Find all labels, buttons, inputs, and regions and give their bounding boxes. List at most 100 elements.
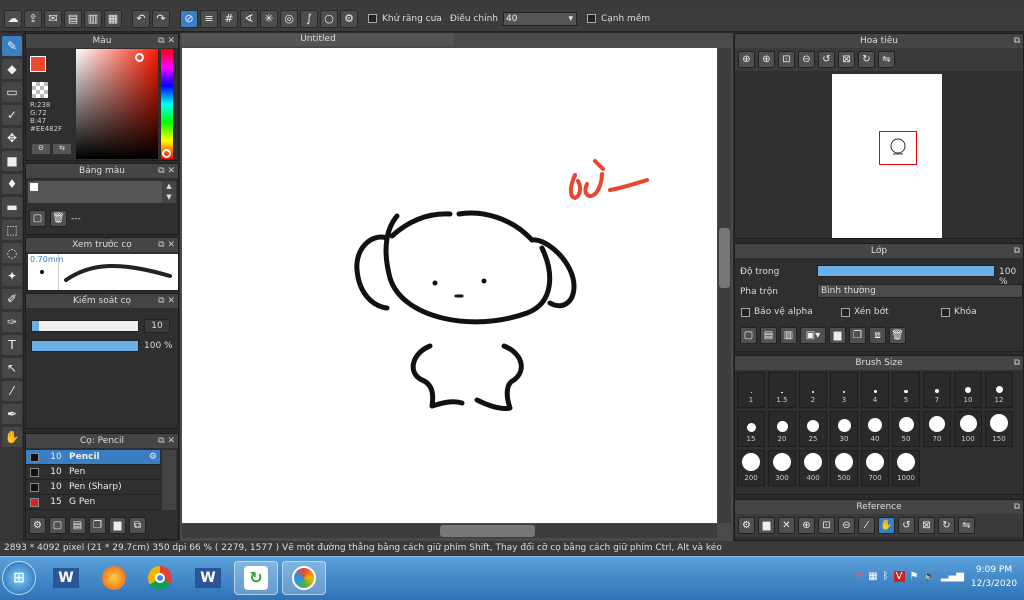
select-pen-tool-icon[interactable]: ✓ [2,105,22,125]
hand-tool-icon[interactable]: ✋ [2,427,22,447]
layer-opacity-slider[interactable] [817,265,995,277]
brush-size-preset[interactable]: 500 [830,450,858,486]
ref-flip-icon[interactable]: ⇋ [958,517,975,534]
horizontal-scroll-thumb[interactable] [440,525,535,537]
navigator-viewport[interactable] [879,131,917,165]
canvas-vertical-scrollbar[interactable] [718,48,731,523]
layer-folder-icon[interactable]: ▆ [829,327,846,344]
brush-list-item[interactable]: 10 Pencil ⚙ [26,450,160,465]
antivirus-icon[interactable]: V [893,571,905,582]
brush-settings-icon[interactable]: ⚙ [29,517,46,534]
lasso-tool-icon[interactable]: ◌ [2,243,22,263]
new-color-set-icon[interactable]: ▢ [29,210,46,227]
undo-icon[interactable]: ↶ [132,9,150,28]
brush-size-preset[interactable]: 1000 [892,450,920,486]
page-icon[interactable]: ▦ [104,9,122,28]
add-brush-icon[interactable]: ▤ [69,517,86,534]
taskbar-medibang[interactable] [282,561,326,595]
clipping-checkbox[interactable] [841,307,850,317]
copy-brush-icon[interactable]: ❐ [89,517,106,534]
circle-icon[interactable]: ○ [320,9,338,28]
eraser-tool-icon[interactable]: ◆ [2,59,22,79]
correction-select[interactable]: 40 [502,11,577,26]
document-tab[interactable]: Untitled [182,33,454,46]
smooth-edge-checkbox[interactable] [586,14,596,23]
zoom-icon[interactable]: ⊕ [738,51,755,68]
bluetooth-icon[interactable]: ᛒ [883,571,889,582]
color-swap-button[interactable]: ⇆ [53,144,71,154]
brush-list-scrollbar[interactable] [162,450,176,510]
brush-size-preset[interactable]: 4 [861,372,889,408]
brush-list-item[interactable]: 10 Pen (Sharp) [26,480,160,495]
ref-fit-icon[interactable]: ⊡ [818,517,835,534]
antialias-checkbox[interactable] [368,14,377,23]
cloud-icon[interactable]: ☁ [4,9,22,28]
merge-layer-icon[interactable]: ⧈ [869,327,886,344]
duplicate-icon[interactable]: ⧉ [129,517,146,534]
panel-close-icon[interactable]: ⧉ [1014,244,1020,258]
shape-tool-icon[interactable]: ▭ [2,82,22,102]
flag-icon[interactable]: ⚑ [910,571,919,582]
move-tool-icon[interactable]: ✥ [2,128,22,148]
flip-icon[interactable]: ⇋ [878,51,895,68]
marquee-tool-icon[interactable]: ⬚ [2,220,22,240]
volume-icon[interactable]: 🔈 [923,571,935,582]
ref-eyedropper-icon[interactable]: ⁄ [858,517,875,534]
ref-rotate-right-icon[interactable]: ↻ [938,517,955,534]
signal-icon[interactable]: ▂▄▆ [941,571,964,582]
new-layer-8bit-icon[interactable]: ▤ [760,327,777,344]
concentric-icon[interactable]: ◎ [280,9,298,28]
delete-color-set-icon[interactable]: 🗑 [50,210,67,227]
brush-size-preset[interactable]: 40 [861,411,889,447]
color-set-swatch[interactable] [30,183,38,191]
ref-close-icon[interactable]: ✕ [778,517,795,534]
redo-icon[interactable]: ↷ [152,9,170,28]
panel-close-icon[interactable]: ⧉ ✕ [158,434,175,448]
brush-list-item[interactable]: 10 Pen [26,465,160,480]
canvas-horizontal-scrollbar[interactable] [182,524,717,538]
taskbar-chrome[interactable] [138,561,182,595]
text-tool-icon[interactable]: T [2,335,22,355]
brush-size-preset[interactable]: 1.5 [768,372,796,408]
shield-icon[interactable]: ⛨ [856,571,864,582]
operation-tool-icon[interactable]: ↖ [2,358,22,378]
panel-close-icon[interactable]: ⧉ ✕ [158,238,175,252]
taskbar-word-1[interactable]: W [44,561,88,595]
ref-zoom-out-icon[interactable]: ⊖ [838,517,855,534]
panel-close-icon[interactable]: ⧉ ✕ [158,164,175,178]
reset-icon[interactable]: ⊠ [838,51,855,68]
start-button[interactable]: ⊞ [2,561,36,595]
transparent-swatch[interactable] [32,82,48,98]
panel-close-icon[interactable]: ⧉ ✕ [158,294,175,308]
brush-list-item[interactable]: 15 G Pen [26,495,160,510]
protect-alpha-checkbox[interactable] [741,307,750,317]
brush-item-settings-icon[interactable]: ⚙ [149,452,157,462]
taskbar-app-green[interactable]: ↻ [234,561,278,595]
taskbar-word-2[interactable]: W [186,561,230,595]
select-eraser-tool-icon[interactable]: ✑ [2,312,22,332]
brush-size-value[interactable]: 10 [144,319,170,333]
rotate-right-icon[interactable]: ↻ [858,51,875,68]
brush-size-preset[interactable]: 25 [799,411,827,447]
brush-size-preset[interactable]: 5 [892,372,920,408]
perspective-icon[interactable]: ∢ [240,9,258,28]
brush-size-preset[interactable]: 20 [768,411,796,447]
new-layer-1bit-icon[interactable]: ▥ [780,327,797,344]
brush-size-preset[interactable]: 50 [892,411,920,447]
new-brush-icon[interactable]: ▢ [49,517,66,534]
grid-snap-icon[interactable]: # [220,9,238,28]
panel-close-icon[interactable]: ⧉ ✕ [158,34,175,48]
clock[interactable]: 9:09 PM 12/3/2020 [970,563,1018,591]
hue-slider[interactable] [161,49,173,159]
fit-icon[interactable]: ⊡ [778,51,795,68]
duplicate-layer-icon[interactable]: ❐ [849,327,866,344]
magic-wand-tool-icon[interactable]: ✦ [2,266,22,286]
brush-size-preset[interactable]: 70 [923,411,951,447]
ref-zoom-in-icon[interactable]: ⊕ [798,517,815,534]
pen-tool-icon[interactable]: ✒ [2,404,22,424]
zoom-in-icon[interactable]: ⊕ [758,51,775,68]
blend-mode-select[interactable]: Bình thường [817,284,1023,298]
ref-settings-icon[interactable]: ⚙ [738,517,755,534]
saturation-value-picker[interactable] [76,49,158,159]
new-layer-icon[interactable]: ▢ [740,327,757,344]
